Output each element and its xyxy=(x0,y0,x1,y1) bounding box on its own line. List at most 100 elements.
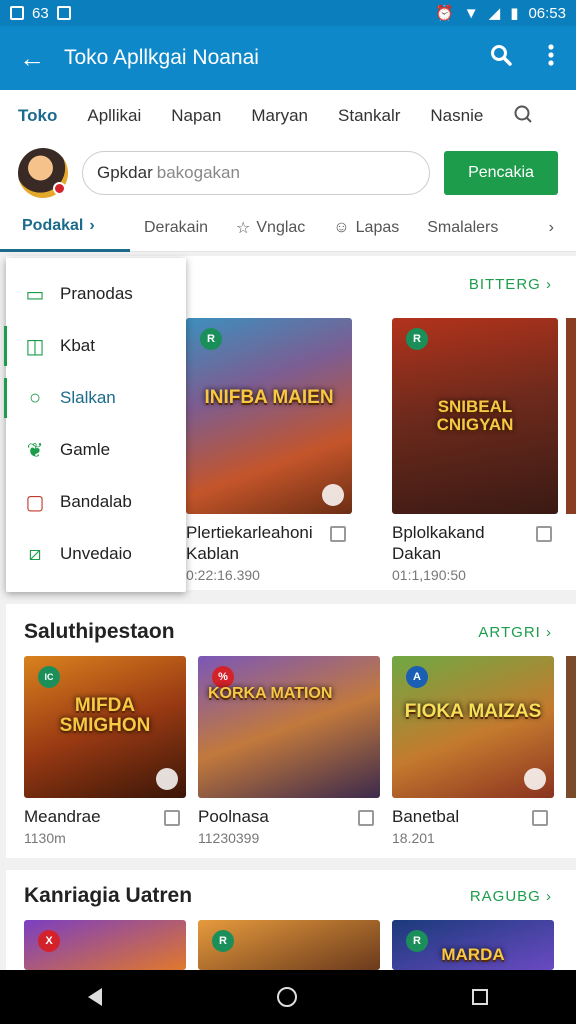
menu-item-label: Kbat xyxy=(60,336,95,355)
section-title: Kanriagia Uatren xyxy=(24,884,193,907)
search-input-value: Gpkdar xyxy=(97,163,153,182)
category-scroll-right-icon[interactable]: › xyxy=(535,204,576,252)
category-tab-label: Lapas xyxy=(355,218,400,236)
status-left-text: 63 xyxy=(32,4,49,22)
nav-home-icon[interactable] xyxy=(276,987,297,1007)
nav-back-icon[interactable] xyxy=(87,988,102,1006)
category-dropdown-menu: ▭ Pranodas ◫ Kbat ○ Slalkan ❦ Gamle ▢ Ba… xyxy=(4,258,186,592)
app-artwork-logo: KORKA MATION xyxy=(208,685,333,702)
tab-napan[interactable]: Napan xyxy=(171,106,221,126)
category-tab-smalalers[interactable]: Smalalers xyxy=(413,204,512,252)
menu-item-slalkan[interactable]: ○ Slalkan xyxy=(4,372,186,424)
category-tab-label: Smalalers xyxy=(427,218,499,236)
circle-icon: ○ xyxy=(28,386,42,409)
top-tabs: Toko Apllikai Napan Maryan Stankalr Nasn… xyxy=(0,90,576,142)
page-title: Toko Apllkgai Noanai xyxy=(64,46,259,69)
status-bar: 63 ⏰ ▼ ◢ ▮ 06:53 xyxy=(0,0,576,26)
app-artwork: R SNIBEAL CNIGYAN xyxy=(392,318,558,514)
tab-apllikai[interactable]: Apllikai xyxy=(87,106,141,126)
app-card[interactable]: A FIOKA MAIZAS Banetbal 18.201 xyxy=(392,656,554,846)
section-more-link[interactable]: BITTERG › xyxy=(469,276,552,293)
app-artwork-logo: INIFBA MAIEN xyxy=(204,387,334,408)
search-row: Gpkdar bakogakan Pencakia xyxy=(0,142,576,204)
publisher-icon xyxy=(156,768,178,790)
app-artwork: R MARDA xyxy=(392,920,554,970)
section-more-link[interactable]: ARTGRI › xyxy=(478,624,552,641)
select-checkbox[interactable] xyxy=(536,526,552,542)
menu-item-unvedaio[interactable]: ⧄ Unvedaio xyxy=(6,528,186,580)
signal-icon: ◢ xyxy=(488,5,501,22)
select-checkbox[interactable] xyxy=(164,810,180,826)
app-artwork: X xyxy=(24,920,186,970)
publisher-icon xyxy=(524,768,546,790)
category-tab-label: Derakain xyxy=(144,218,209,236)
leaf-icon: ❦ xyxy=(26,439,44,462)
app-name: Banetbal xyxy=(392,807,460,826)
tab-nasnie[interactable]: Nasnie xyxy=(430,106,483,126)
select-checkbox[interactable] xyxy=(358,810,374,826)
search-input[interactable]: Gpkdar bakogakan xyxy=(82,151,430,195)
avatar[interactable] xyxy=(18,148,68,198)
tab-maryan[interactable]: Maryan xyxy=(251,106,308,126)
avatar-status-badge xyxy=(53,182,66,195)
menu-item-kbat[interactable]: ◫ Kbat xyxy=(4,320,186,372)
nav-recents-icon[interactable] xyxy=(472,989,489,1005)
category-tabs: Podakal › Derakain ☆ Vnglac ☺ Lapas Smalal… xyxy=(0,204,576,252)
category-tab-podakal[interactable]: Podakal › xyxy=(0,204,130,252)
menu-item-bandalab[interactable]: ▢ Bandalab xyxy=(6,476,186,528)
app-name: Plertiekarleahoni Kablan xyxy=(186,523,313,563)
app-card[interactable]: R SNIBEAL CNIGYAN Bplolkakand Dakan 01:1… xyxy=(392,318,558,583)
app-meta: 11230399 xyxy=(198,830,260,846)
select-checkbox[interactable] xyxy=(532,810,548,826)
app-card[interactable]: IC MIFDA SMIGHON Meandrae 1130m xyxy=(24,656,186,846)
menu-item-label: Unvedaio xyxy=(60,544,132,563)
menu-item-label: Bandalab xyxy=(60,492,132,511)
app-card[interactable]: X xyxy=(24,920,186,970)
app-card[interactable]: R xyxy=(198,920,380,970)
select-checkbox[interactable] xyxy=(330,526,346,542)
app-artwork: A FIOKA MAIZAS xyxy=(392,656,554,798)
menu-item-label: Slalkan xyxy=(60,388,116,407)
app-meta: 1130m xyxy=(24,830,66,846)
app-card[interactable]: R MARDA xyxy=(392,920,554,970)
back-arrow-icon[interactable]: ← xyxy=(0,43,64,74)
tab-toko[interactable]: Toko xyxy=(18,106,57,126)
face-icon: ☺ xyxy=(333,218,350,236)
chevron-right-icon: › xyxy=(89,217,95,234)
section-title: Saluthipestaon xyxy=(24,620,175,643)
app-artwork-logo: FIOKA MAIZAS xyxy=(404,701,542,722)
search-button[interactable]: Pencakia xyxy=(444,151,558,195)
tab-search-icon[interactable] xyxy=(513,104,533,129)
tab-stankalr[interactable]: Stankalr xyxy=(338,106,400,126)
overflow-menu-icon[interactable] xyxy=(526,44,576,72)
app-artwork-logo: SNIBEAL CNIGYAN xyxy=(436,397,514,434)
section-more-link[interactable]: RAGUBG › xyxy=(470,888,552,905)
category-tab-label: Vnglac xyxy=(256,218,306,236)
app-artwork: % KORKA MATION xyxy=(198,656,380,798)
app-artwork: R xyxy=(198,920,380,970)
image-notification-icon xyxy=(10,6,24,20)
app-meta: 01:1,190:50 xyxy=(392,567,466,583)
app-card[interactable]: R INIFBA MAIEN Plertiekarleahoni Kablan … xyxy=(186,318,352,583)
edit-icon: ⧄ xyxy=(28,542,42,565)
search-input-placeholder: bakogakan xyxy=(156,163,240,182)
section-kanriagia-uatren: Kanriagia Uatren RAGUBG › X R R MARDA xyxy=(6,870,576,970)
menu-item-label: Pranodas xyxy=(60,284,133,303)
category-tab-derakain[interactable]: Derakain xyxy=(130,204,222,252)
category-tab-lapas[interactable]: ☺ Lapas xyxy=(319,204,413,252)
partial-card-artwork xyxy=(566,318,576,514)
app-card[interactable]: % KORKA MATION Poolnasa 11230399 xyxy=(198,656,380,846)
app-badge: R xyxy=(200,328,222,350)
app-badge: IC xyxy=(38,666,60,688)
app-meta: 0:22:16.390 xyxy=(186,567,260,583)
app-badge: R xyxy=(212,930,234,952)
category-tab-vnglac[interactable]: ☆ Vnglac xyxy=(222,204,319,252)
folder-icon: ▭ xyxy=(25,283,45,306)
image-icon: ▢ xyxy=(25,491,45,514)
search-icon[interactable] xyxy=(476,43,526,73)
menu-item-gamle[interactable]: ❦ Gamle xyxy=(6,424,186,476)
app-badge: X xyxy=(38,930,60,952)
battery-icon: ▮ xyxy=(510,5,519,22)
star-icon: ☆ xyxy=(236,219,251,237)
menu-item-pranodas[interactable]: ▭ Pranodas xyxy=(6,268,186,320)
